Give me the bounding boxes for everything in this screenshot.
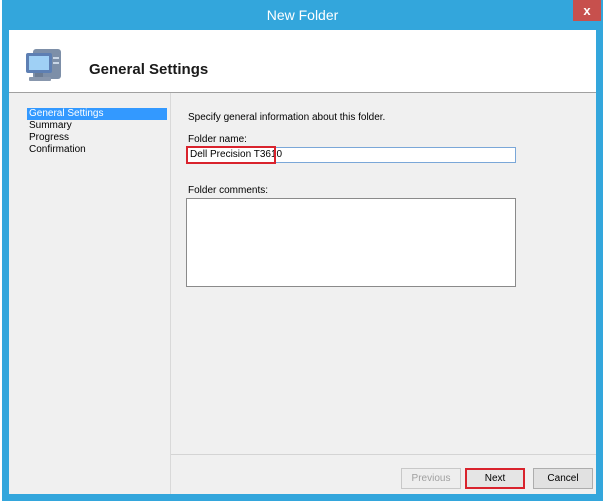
cancel-button[interactable]: Cancel [533,468,593,489]
wizard-content: Specify general information about this f… [171,93,596,439]
nav-item-confirmation[interactable]: Confirmation [27,144,167,156]
title-bar[interactable]: New Folder x [2,0,603,30]
folder-name-label: Folder name: [188,134,247,145]
footer-divider [171,454,596,455]
computer-group-icon [26,49,61,81]
page-title: General Settings [89,61,209,78]
nav-item-progress[interactable]: Progress [27,132,167,144]
nav-item-summary[interactable]: Summary [27,120,167,132]
wizard-header: General Settings [9,30,596,93]
next-button[interactable]: Next [465,468,525,489]
nav-item-general-settings[interactable]: General Settings [27,108,167,120]
close-button[interactable]: x [573,0,601,21]
window-title: New Folder [266,7,339,23]
wizard-nav: General Settings Summary Progress Confir… [9,93,170,494]
folder-comments-textarea[interactable] [186,198,516,287]
folder-comments-label: Folder comments: [188,185,269,196]
folder-name-highlight [186,146,276,164]
folder-name-input[interactable]: Dell Precision T3610 [186,146,516,164]
wizard-client-area: General Settings General Settings Summar… [9,30,596,494]
page-description: Specify general information about this f… [188,112,386,123]
previous-button[interactable]: Previous [401,468,461,489]
new-folder-window: New Folder x General Settings General Se… [2,0,603,501]
